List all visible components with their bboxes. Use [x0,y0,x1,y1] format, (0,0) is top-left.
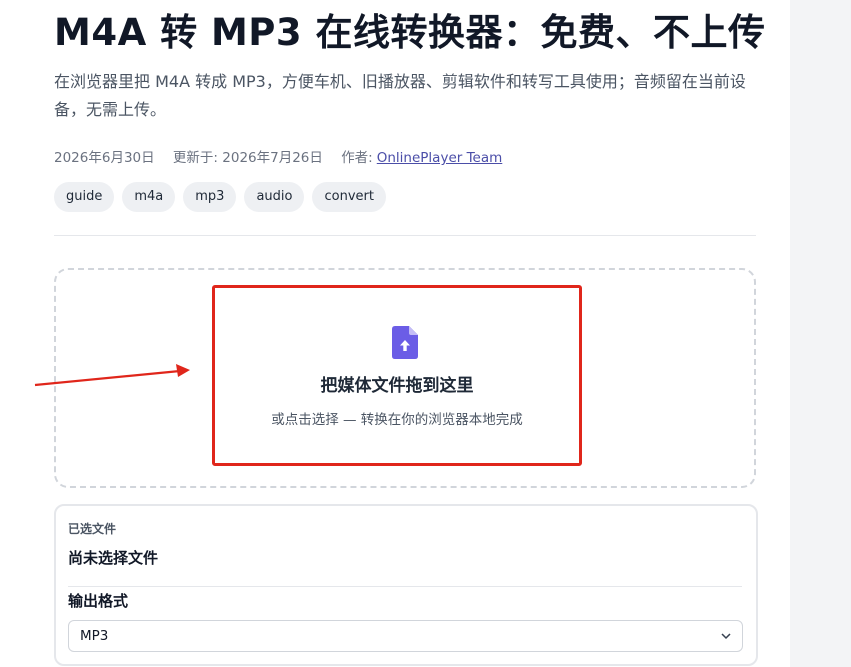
page-background-strip [790,0,851,667]
tag-m4a[interactable]: m4a [122,182,176,212]
tag-convert[interactable]: convert [312,182,386,212]
output-format-label: 输出格式 [68,592,129,610]
panel-divider [68,586,742,587]
tag-audio[interactable]: audio [244,182,305,212]
page-title: M4A 转 MP3 在线转换器：免费、不上传 [54,11,766,54]
header-divider [54,235,756,236]
selected-file-value: 尚未选择文件 [68,549,159,567]
output-format-value: MP3 [80,628,109,644]
article-meta: 2026年6月30日 更新于: 2026年7月26日 作者: OnlinePlay… [54,146,516,166]
selected-file-label: 已选文件 [68,522,117,536]
dropzone-subtitle: 或点击选择 — 转换在你的浏览器本地完成 [271,412,523,428]
tag-list: guide m4a mp3 audio convert [54,182,386,212]
page-content: M4A 转 MP3 在线转换器：免费、不上传 在浏览器里把 M4A 转成 MP3… [0,0,790,667]
page-description: 在浏览器里把 M4A 转成 MP3，方便车机、旧播放器、剪辑软件和转写工具使用；… [54,72,746,119]
author-prefix: 作者: [341,150,373,166]
output-format-select[interactable]: MP3 [68,620,743,652]
updated-date: 更新于: 2026年7月26日 [172,150,323,166]
annotation-arrow-icon [34,364,190,387]
tag-mp3[interactable]: mp3 [183,182,237,212]
author-link[interactable]: OnlinePlayer Team [377,150,503,166]
tag-guide[interactable]: guide [54,182,115,212]
file-upload-icon [392,326,418,359]
author: 作者: OnlinePlayer Team [341,150,502,166]
dropzone-title: 把媒体文件拖到这里 [320,376,474,396]
published-date: 2026年6月30日 [54,150,155,166]
chevron-down-icon [721,633,731,640]
